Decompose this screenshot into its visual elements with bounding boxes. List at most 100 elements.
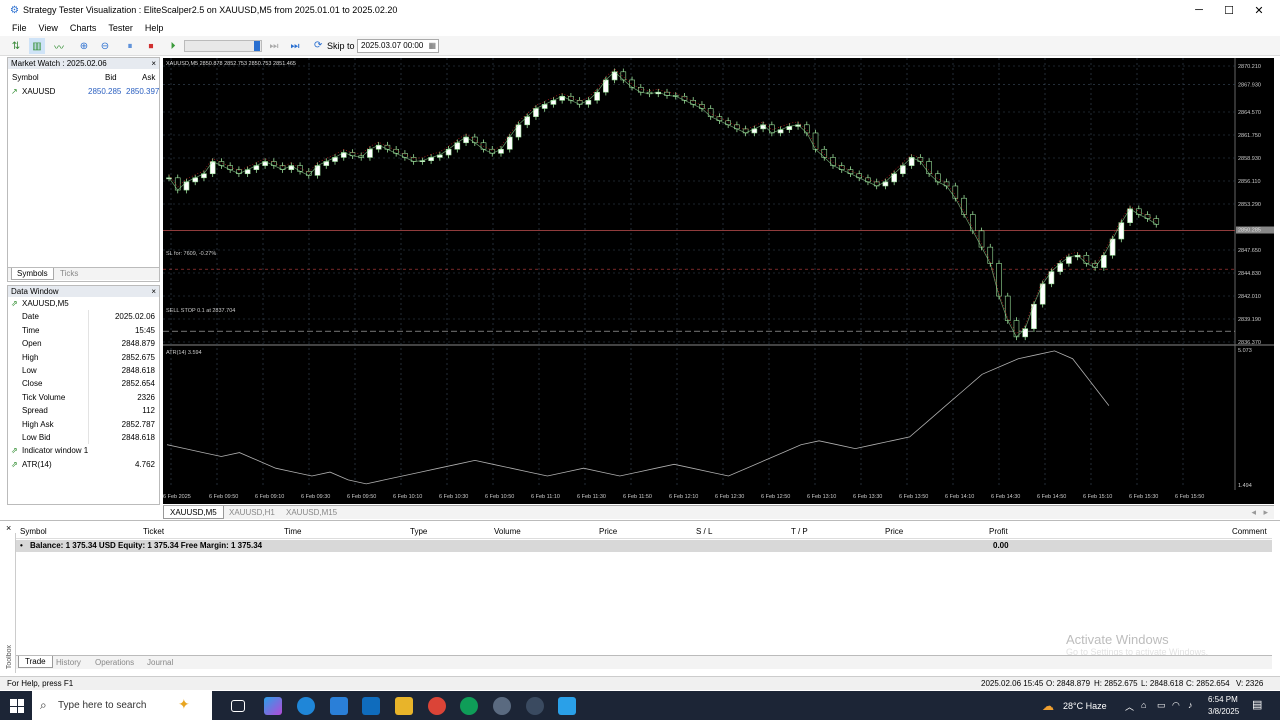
data-window-row: Open 2848.879 bbox=[8, 337, 159, 351]
column-symbol[interactable]: Symbol bbox=[12, 71, 39, 84]
col-sl[interactable]: S / L bbox=[696, 527, 712, 536]
outlook-icon[interactable] bbox=[362, 697, 380, 715]
data-row-label: Time bbox=[22, 325, 40, 335]
column-divider bbox=[88, 363, 89, 378]
balance-row[interactable]: • Balance: 1 375.34 USD Equity: 1 375.34… bbox=[16, 540, 1272, 552]
scroll-right-icon[interactable]: ▸ bbox=[1263, 507, 1268, 518]
play-icon[interactable]: ⏵ bbox=[165, 38, 181, 54]
close-button[interactable]: ✕ bbox=[1244, 0, 1274, 20]
price-tick-label: 2858.930 bbox=[1238, 156, 1261, 162]
taskbar-search-box[interactable]: ⌕ Type here to search ✦ bbox=[32, 691, 212, 720]
market-watch-row[interactable]: ↗ XAUUSD 2850.285 2850.397 bbox=[8, 85, 159, 98]
file-explorer-icon[interactable] bbox=[395, 697, 413, 715]
store-icon[interactable] bbox=[330, 697, 348, 715]
metatrader-alt-icon[interactable] bbox=[526, 697, 544, 715]
minimize-button[interactable]: ─ bbox=[1184, 0, 1214, 20]
close-icon[interactable]: × bbox=[151, 286, 156, 297]
data-row-value: 2025.02.06 bbox=[114, 312, 155, 322]
menu-file[interactable]: File bbox=[6, 23, 33, 33]
tab-xauusd-m15[interactable]: XAUUSD,M15 bbox=[280, 506, 343, 519]
market-watch-title: Market Watch : 2025.02.06 bbox=[11, 59, 107, 68]
clock-date[interactable]: 3/8/2025 bbox=[1208, 707, 1239, 716]
menu-tester[interactable]: Tester bbox=[102, 23, 139, 33]
terminal-header-row: Symbol Ticket Time Type Volume Price S /… bbox=[16, 524, 1272, 539]
stop-icon[interactable]: ⏹ bbox=[143, 38, 159, 54]
col-time[interactable]: Time bbox=[284, 527, 301, 536]
chrome-icon[interactable] bbox=[428, 697, 446, 715]
tab-history[interactable]: History bbox=[56, 658, 81, 667]
menu-help[interactable]: Help bbox=[139, 23, 170, 33]
col-profit[interactable]: Profit bbox=[989, 527, 1008, 536]
network-icon[interactable]: ⌂ bbox=[1141, 700, 1146, 710]
data-window-header: Data Window × bbox=[8, 286, 159, 297]
tab-symbols[interactable]: Symbols bbox=[11, 268, 54, 280]
tab-xauusd-m5[interactable]: XAUUSD,M5 bbox=[163, 506, 224, 519]
column-ask[interactable]: Ask bbox=[142, 71, 155, 84]
skip-to-icon: ⟳ bbox=[314, 40, 323, 51]
chart-canvas[interactable]: 2870.210 2867.930 2864.570 2861.750 2858.930… bbox=[163, 58, 1274, 504]
weather-text[interactable]: 28°C Haze bbox=[1063, 701, 1107, 711]
chevron-up-icon[interactable]: ︿ bbox=[1125, 700, 1134, 713]
menu-view[interactable]: View bbox=[33, 23, 64, 33]
tab-xauusd-h1[interactable]: XAUUSD,H1 bbox=[223, 506, 281, 519]
metatrader-icon[interactable] bbox=[493, 697, 511, 715]
tab-journal[interactable]: Journal bbox=[147, 658, 173, 667]
windows-start-icon[interactable] bbox=[10, 699, 24, 713]
menu-charts[interactable]: Charts bbox=[64, 23, 103, 33]
pause-icon[interactable]: ⏸ bbox=[122, 38, 138, 54]
close-icon[interactable]: × bbox=[6, 523, 11, 533]
toolbar: ⇅ ▥ 〰 ⊕ ⊖ ⏸ ⏹ ⏵ ⏭ ⏭ ⟳ Skip to 2025.03.07… bbox=[0, 36, 1280, 56]
col-symbol[interactable]: Symbol bbox=[20, 527, 47, 536]
col-comment[interactable]: Comment bbox=[1232, 527, 1267, 536]
status-help: For Help, press F1 bbox=[7, 679, 74, 688]
scroll-left-icon[interactable]: ◂ bbox=[1251, 507, 1256, 518]
col-ticket[interactable]: Ticket bbox=[143, 527, 164, 536]
tab-trade[interactable]: Trade bbox=[18, 656, 53, 668]
close-icon[interactable]: × bbox=[151, 58, 156, 69]
chrome-profile-icon[interactable] bbox=[460, 697, 478, 715]
copilot-icon[interactable] bbox=[264, 697, 282, 715]
zoom-out-icon[interactable]: ⊖ bbox=[97, 38, 113, 54]
notification-icon[interactable]: ▤ bbox=[1252, 698, 1262, 711]
time-tick-label: 6 Feb 09:50 bbox=[209, 494, 238, 500]
speed-slider-handle[interactable] bbox=[254, 41, 260, 51]
tab-ticks[interactable]: Ticks bbox=[60, 269, 78, 278]
window-title: Strategy Tester Visualization : EliteSca… bbox=[22, 5, 398, 15]
time-tick-label: 6 Feb 10:30 bbox=[439, 494, 468, 500]
tester-window-icon[interactable] bbox=[558, 697, 576, 715]
weather-icon[interactable]: ☁ bbox=[1042, 699, 1054, 713]
skip-to-date-input[interactable]: 2025.03.07 00:00 ▦ bbox=[357, 39, 439, 53]
time-tick-label: 6 Feb 10:10 bbox=[393, 494, 422, 500]
watermark-line1: Activate Windows bbox=[1066, 632, 1169, 647]
step-icon[interactable]: ⏭ bbox=[266, 38, 282, 54]
tab-operations[interactable]: Operations bbox=[95, 658, 134, 667]
price-chart[interactable]: 2870.210 2867.930 2864.570 2861.750 2858.930… bbox=[163, 58, 1274, 504]
maximize-button[interactable]: ☐ bbox=[1214, 0, 1244, 20]
wifi-icon[interactable]: ◠ bbox=[1172, 700, 1180, 711]
skip-end-icon[interactable]: ⏭ bbox=[287, 38, 303, 54]
candles-icon[interactable]: ▥ bbox=[29, 38, 45, 54]
clock-time[interactable]: 6:54 PM bbox=[1208, 695, 1238, 704]
zoom-in-icon[interactable]: ⊕ bbox=[76, 38, 92, 54]
time-tick-label: 6 Feb 12:10 bbox=[669, 494, 698, 500]
line-chart-icon[interactable]: 〰 bbox=[51, 38, 67, 54]
price-tick-label: 2870.210 bbox=[1238, 64, 1261, 70]
col-volume[interactable]: Volume bbox=[494, 527, 521, 536]
calendar-icon[interactable]: ▦ bbox=[428, 40, 436, 52]
col-price-current[interactable]: Price bbox=[885, 527, 903, 536]
column-divider bbox=[88, 390, 89, 405]
arrows-icon[interactable]: ⇅ bbox=[8, 38, 24, 54]
task-view-icon[interactable] bbox=[231, 700, 245, 712]
col-tp[interactable]: T / P bbox=[791, 527, 808, 536]
edge-icon[interactable] bbox=[297, 697, 315, 715]
speaker-icon[interactable]: ♪ bbox=[1188, 700, 1193, 710]
column-bid[interactable]: Bid bbox=[105, 71, 117, 84]
indicator-icon: ⇗ bbox=[11, 446, 18, 456]
time-tick-label: 6 Feb 11:30 bbox=[577, 494, 606, 500]
battery-icon[interactable]: ▭ bbox=[1157, 700, 1166, 711]
col-price[interactable]: Price bbox=[599, 527, 617, 536]
atr-icon: ⇗ bbox=[11, 459, 18, 469]
col-type[interactable]: Type bbox=[410, 527, 427, 536]
speed-slider[interactable] bbox=[184, 40, 262, 52]
data-window-symbol-label: XAUUSD,M5 bbox=[22, 299, 69, 308]
